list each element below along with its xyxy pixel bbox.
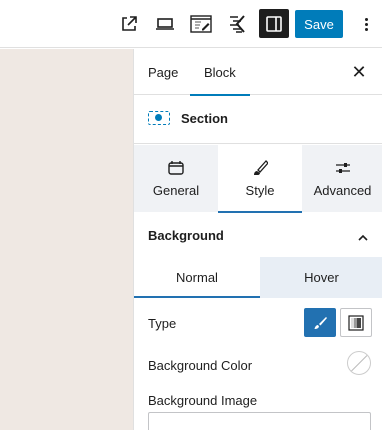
editor-canvas[interactable] [0, 49, 133, 430]
sidebar-tabs: Page Block ✕ [134, 49, 382, 96]
close-icon[interactable]: ✕ [347, 60, 371, 84]
chevron-up-icon [358, 230, 368, 241]
kadence-icon[interactable] [225, 12, 249, 36]
tab-advanced-label: Advanced [313, 183, 372, 198]
general-icon [168, 160, 184, 176]
type-classic-button[interactable] [304, 308, 336, 337]
sliders-icon [335, 160, 351, 176]
tab-block[interactable]: Block [190, 49, 250, 96]
background-image-field[interactable] [148, 412, 371, 430]
tab-advanced[interactable]: Advanced [302, 145, 382, 212]
type-gradient-button[interactable] [340, 308, 372, 337]
tab-general[interactable]: General [134, 145, 218, 212]
type-label: Type [148, 316, 177, 331]
desktop-preview-icon[interactable] [153, 12, 177, 36]
tab-page[interactable]: Page [148, 49, 178, 95]
save-button[interactable]: Save [295, 10, 343, 38]
more-vertical-icon[interactable] [354, 12, 378, 36]
edit-template-icon[interactable] [189, 12, 213, 36]
background-color-label: Background Color [148, 358, 253, 373]
tab-normal[interactable]: Normal [134, 257, 260, 298]
tab-style-label: Style [245, 183, 275, 198]
settings-sidebar: Page Block ✕ Section General Style Advan… [133, 49, 382, 430]
external-link-icon[interactable] [117, 12, 141, 36]
background-image-label: Background Image [148, 393, 258, 408]
block-card: Section [134, 96, 382, 144]
tab-hover[interactable]: Hover [260, 257, 382, 298]
state-tabs: Normal Hover [134, 257, 382, 298]
category-tabs: General Style Advanced [134, 145, 382, 213]
style-brush-icon [252, 160, 269, 176]
editor-toolbar: Save [0, 0, 382, 48]
brush-icon [314, 316, 327, 329]
block-title: Section [181, 111, 228, 126]
tab-style[interactable]: Style [218, 145, 302, 213]
background-panel-toggle[interactable]: Background [134, 213, 382, 257]
sidebar-toggle-icon[interactable] [259, 9, 289, 38]
panel-title: Background [148, 228, 224, 243]
tab-general-label: General [152, 183, 200, 198]
background-color-swatch[interactable] [347, 351, 371, 375]
section-block-icon [148, 111, 170, 125]
gradient-icon [348, 314, 364, 331]
